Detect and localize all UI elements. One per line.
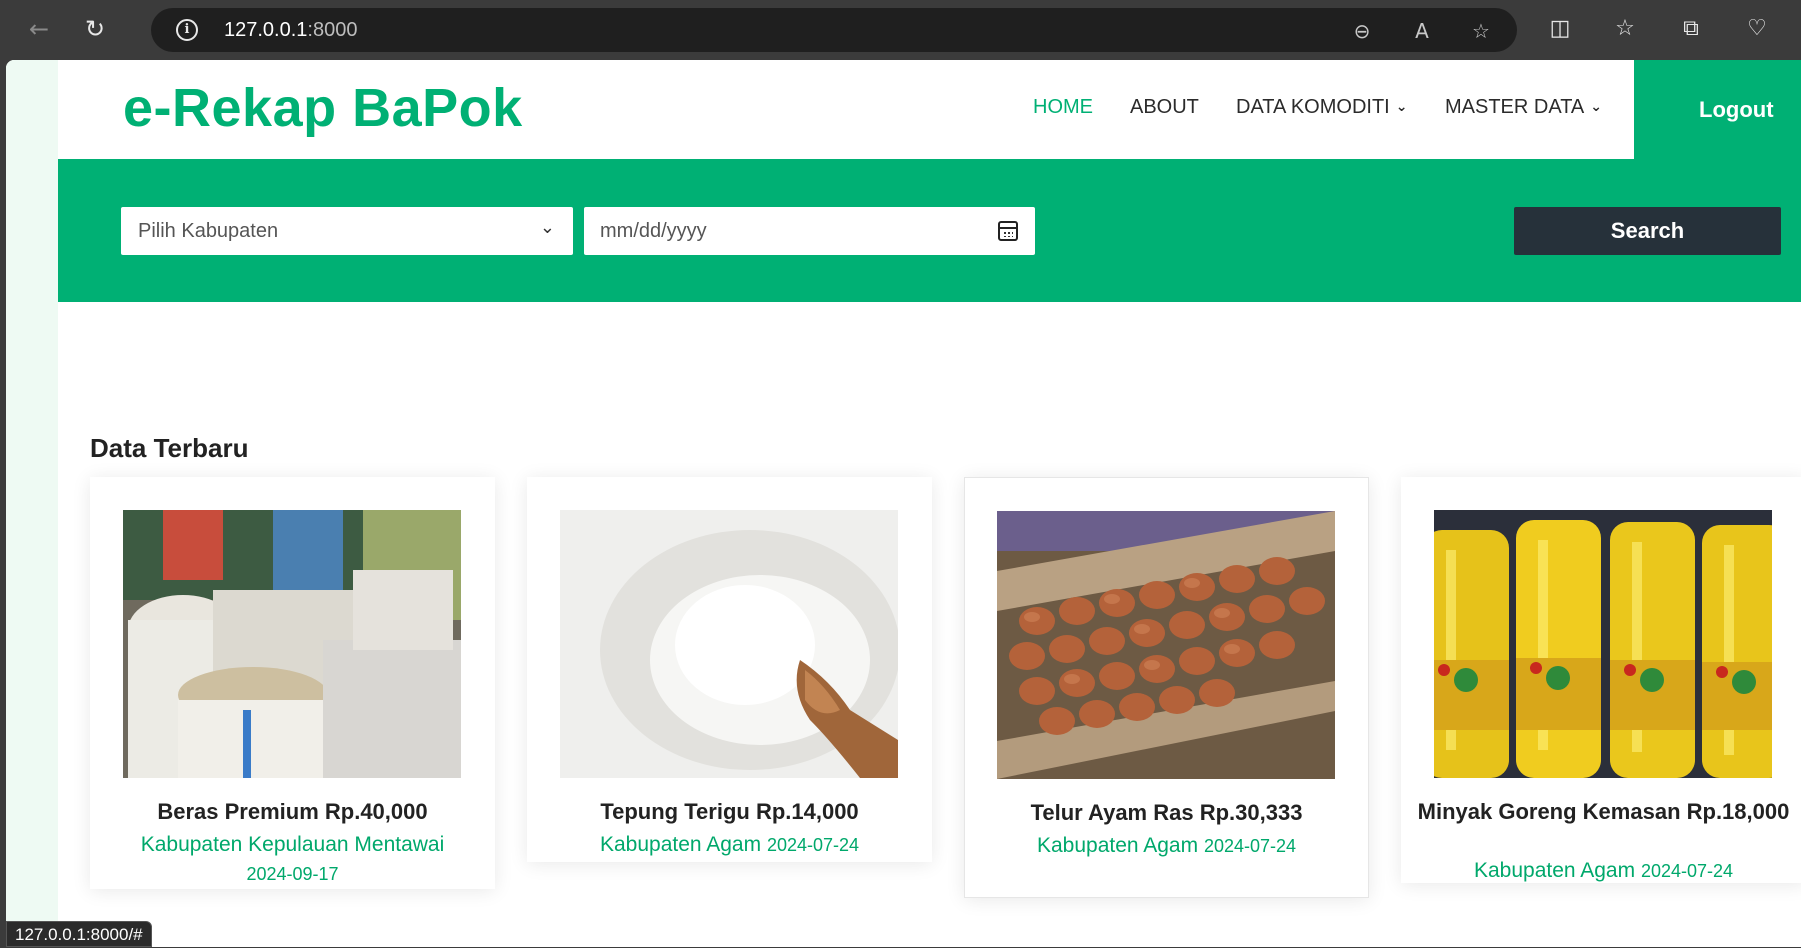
nav-master-data[interactable]: MASTER DATA ⌄	[1445, 96, 1602, 119]
card-location-date: Kabupaten Agam 2024-07-24	[1411, 858, 1796, 884]
search-bar: Pilih Kabupaten ⌄ mm/dd/yyyy Search	[58, 159, 1801, 302]
read-aloud-icon[interactable]: A	[1409, 18, 1435, 44]
commodity-card[interactable]: Telur Ayam Ras Rp.30,333 Kabupaten Agam …	[964, 477, 1369, 898]
eggs-image	[997, 511, 1335, 779]
back-icon[interactable]: ←	[24, 14, 54, 44]
url-host: 127.0.0.1	[224, 19, 308, 41]
section-title: Data Terbaru	[90, 433, 249, 463]
collections-icon[interactable]: ⧉	[1676, 14, 1706, 44]
address-url[interactable]: 127.0.0.1:8000	[224, 19, 357, 42]
nav-data-komoditi-label: DATA KOMODITI	[1236, 96, 1390, 118]
card-title: Telur Ayam Ras Rp.30,333	[1030, 800, 1303, 825]
flour-image	[560, 510, 898, 778]
card-location-date: Kabupaten Agam 2024-07-24	[537, 832, 922, 858]
favorites-icon[interactable]: ☆	[1610, 14, 1640, 44]
card-location: Kabupaten Agam	[599, 833, 762, 856]
site-info-icon[interactable]: i	[176, 19, 198, 41]
commodity-card[interactable]: Tepung Terigu Rp.14,000 Kabupaten Agam 2…	[527, 477, 932, 862]
chevron-down-icon: ⌄	[1590, 99, 1603, 115]
split-screen-icon[interactable]: ◫	[1545, 14, 1575, 44]
card-title: Beras Premium Rp.40,000	[157, 799, 428, 824]
status-bar-url: 127.0.0.1:8000/#	[6, 921, 152, 947]
commodity-card[interactable]: Beras Premium Rp.40,000 Kabupaten Kepula…	[90, 477, 495, 889]
logout-button[interactable]: Logout	[1634, 60, 1801, 159]
rice-sacks-image	[123, 510, 461, 778]
chevron-down-icon: ⌄	[1395, 99, 1408, 115]
browser-essentials-icon[interactable]: ♡	[1742, 14, 1772, 44]
left-edge-strip	[6, 60, 58, 947]
page-viewport: e-Rekap BaPok HOME ABOUT DATA KOMODITI ⌄ …	[6, 60, 1801, 947]
nav-about[interactable]: ABOUT	[1130, 96, 1199, 119]
card-title: Tepung Terigu Rp.14,000	[600, 799, 859, 824]
brand-logo[interactable]: e-Rekap BaPok	[123, 77, 523, 139]
favorite-star-icon[interactable]: ☆	[1468, 18, 1494, 44]
date-input-placeholder: mm/dd/yyyy	[600, 220, 707, 242]
cooking-oil-image	[1434, 510, 1772, 778]
nav-data-komoditi[interactable]: DATA KOMODITI ⌄	[1236, 96, 1407, 119]
nav-master-data-label: MASTER DATA	[1445, 96, 1585, 118]
card-date: 2024-07-24	[1203, 836, 1297, 856]
nav-home[interactable]: HOME	[1033, 96, 1093, 119]
browser-toolbar: ← ↻ i 127.0.0.1:8000 ⊖ A ☆ ◫ ☆ ⧉ ♡	[0, 0, 1801, 60]
kabupaten-select-value: Pilih Kabupaten	[138, 220, 279, 242]
chevron-down-icon: ⌄	[539, 217, 555, 238]
address-bar[interactable]: i 127.0.0.1:8000 ⊖ A ☆	[151, 8, 1517, 52]
date-input[interactable]: mm/dd/yyyy	[584, 207, 1035, 255]
card-date: 2024-09-17	[246, 864, 339, 884]
card-location: Kabupaten Agam	[1036, 834, 1199, 857]
reload-icon[interactable]: ↻	[80, 14, 110, 44]
card-title: Minyak Goreng Kemasan Rp.18,000	[1417, 799, 1790, 824]
site-header: e-Rekap BaPok HOME ABOUT DATA KOMODITI ⌄ …	[58, 60, 1801, 159]
search-button[interactable]: Search	[1514, 207, 1781, 255]
calendar-icon[interactable]	[998, 221, 1018, 241]
url-port: :8000	[307, 19, 358, 41]
kabupaten-select[interactable]: Pilih Kabupaten ⌄	[121, 207, 573, 255]
card-date: 2024-07-24	[766, 835, 860, 855]
card-date: 2024-07-24	[1640, 861, 1734, 881]
commodity-card[interactable]: Minyak Goreng Kemasan Rp.18,000 Kabupate…	[1401, 477, 1801, 883]
card-location: Kabupaten Kepulauan Mentawai	[140, 833, 445, 856]
card-location-date: Kabupaten Agam 2024-07-24	[975, 833, 1358, 859]
card-location: Kabupaten Agam	[1473, 859, 1636, 882]
zoom-out-icon[interactable]: ⊖	[1349, 18, 1375, 44]
